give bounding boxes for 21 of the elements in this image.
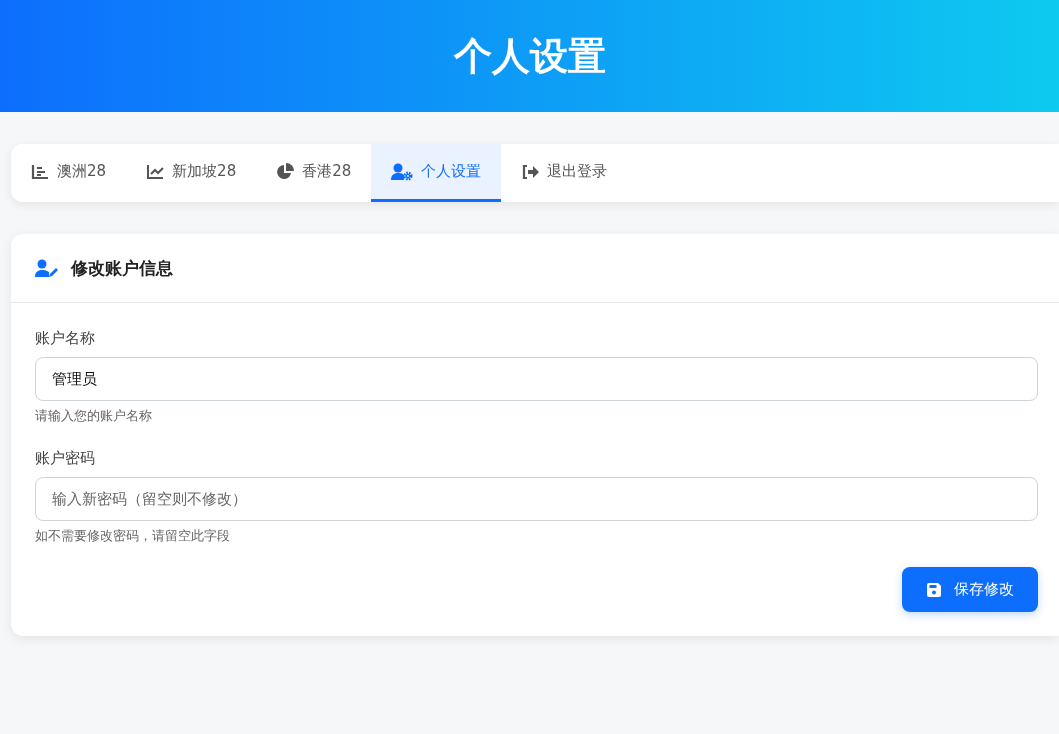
card-title: 修改账户信息 [71, 256, 173, 280]
line-chart-icon [146, 163, 165, 180]
input-field[interactable]: 管理员 [35, 357, 1038, 401]
logout-icon [521, 163, 540, 180]
save-button[interactable]: 保存修改 [902, 567, 1038, 612]
user-edit-icon [35, 258, 59, 278]
bar-chart-icon [31, 163, 49, 180]
nav-tab[interactable]: 香港28 [256, 144, 372, 202]
field-label: 账户密码 [35, 449, 96, 468]
help-text: 请输入您的账户名称 [35, 407, 153, 425]
input-field[interactable]: 输入新密码（留空则不修改） [35, 477, 1038, 521]
field-label: 账户名称 [35, 329, 96, 348]
help-text: 如不需要修改密码，请留空此字段 [35, 527, 231, 545]
user-gear-icon [391, 162, 414, 181]
page-title: 个人设置 [453, 32, 606, 80]
pie-chart-icon [276, 162, 295, 181]
nav-tab[interactable]: 个人设置 [371, 144, 502, 202]
nav-tab[interactable]: 澳洲28 [11, 144, 127, 202]
nav-tab[interactable]: 新加坡28 [126, 144, 257, 202]
nav-tab[interactable]: 退出登录 [501, 144, 628, 202]
save-icon [926, 581, 942, 598]
